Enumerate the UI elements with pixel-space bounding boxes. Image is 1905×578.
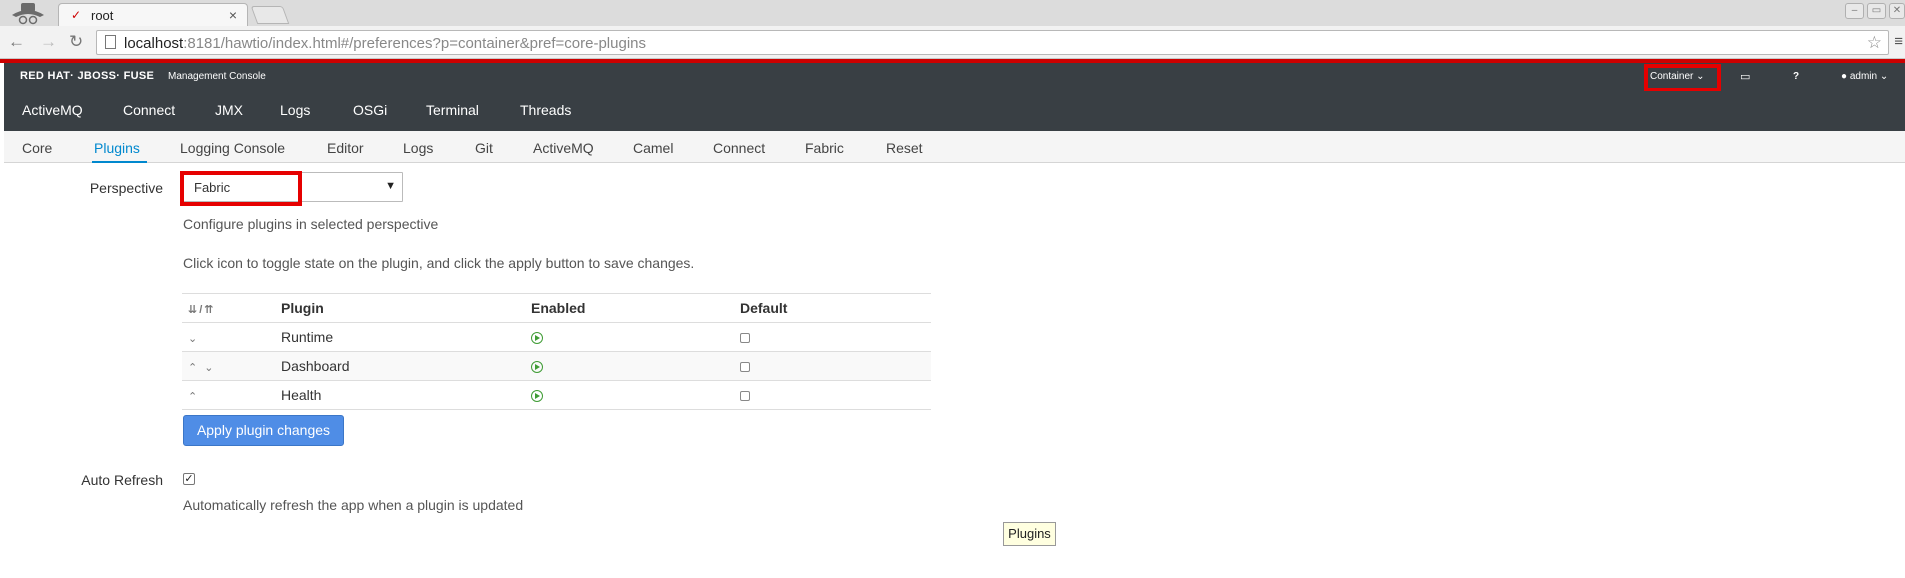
back-icon[interactable]: ← bbox=[8, 33, 25, 51]
tab-logs[interactable]: Logs bbox=[403, 140, 433, 156]
tab-editor[interactable]: Editor bbox=[327, 140, 364, 156]
table-row: ⌃ Health bbox=[182, 380, 931, 410]
enabled-play-icon[interactable] bbox=[531, 390, 543, 403]
help-icon[interactable]: ? bbox=[1793, 63, 1799, 91]
monitor-icon[interactable]: ▭ bbox=[1740, 63, 1750, 91]
nav-activemq[interactable]: ActiveMQ bbox=[22, 102, 83, 118]
restore-window-icon[interactable]: ▭ bbox=[1867, 3, 1886, 19]
apply-plugin-changes-button[interactable]: Apply plugin changes bbox=[183, 415, 344, 446]
default-checkbox[interactable] bbox=[740, 333, 750, 344]
move-down-icon[interactable]: ⌄ bbox=[188, 333, 199, 345]
default-checkbox[interactable] bbox=[740, 362, 750, 373]
tab-fabric[interactable]: Fabric bbox=[805, 140, 844, 156]
table-header-row: ⇊/⇈ Plugin Enabled Default bbox=[182, 293, 931, 323]
reload-icon[interactable]: ↻ bbox=[69, 33, 83, 51]
plugin-instructions: Click icon to toggle state on the plugin… bbox=[183, 255, 695, 271]
tab-reset[interactable]: Reset bbox=[886, 140, 923, 156]
main-nav: ActiveMQ Connect JMX Logs OSGi Terminal … bbox=[4, 91, 1905, 131]
user-menu[interactable]: ● admin ⌄ bbox=[1841, 63, 1888, 91]
user-icon: ● bbox=[1841, 71, 1848, 82]
tab-connect[interactable]: Connect bbox=[713, 140, 765, 156]
plugins-table: ⇊/⇈ Plugin Enabled Default ⌄ Runtime ⌃ ⌄… bbox=[182, 293, 931, 410]
browser-menu-icon[interactable]: ≡ bbox=[1894, 33, 1903, 51]
nav-threads[interactable]: Threads bbox=[520, 102, 571, 118]
forward-icon[interactable]: → bbox=[40, 33, 57, 51]
plugin-name: Dashboard bbox=[281, 351, 531, 381]
tab-logging-console[interactable]: Logging Console bbox=[180, 140, 285, 156]
nav-connect[interactable]: Connect bbox=[123, 102, 175, 118]
tab-core[interactable]: Core bbox=[22, 140, 52, 156]
browser-toolbar: ← → ↻ localhost:8181/hawtio/index.html#/… bbox=[0, 26, 1905, 59]
plugin-name: Runtime bbox=[281, 322, 531, 352]
auto-refresh-label: Auto Refresh bbox=[81, 472, 163, 488]
nav-terminal[interactable]: Terminal bbox=[426, 102, 479, 118]
default-checkbox[interactable] bbox=[740, 391, 750, 402]
dropdown-arrow-icon: ▼ bbox=[385, 180, 396, 192]
page-icon bbox=[105, 35, 116, 49]
incognito-icon bbox=[8, 1, 48, 25]
close-window-icon[interactable]: ✕ bbox=[1889, 3, 1905, 19]
move-up-down-icon[interactable]: ⌃ ⌄ bbox=[188, 362, 216, 374]
plugins-tooltip: Plugins bbox=[1003, 522, 1056, 546]
tab-git[interactable]: Git bbox=[475, 140, 493, 156]
enabled-play-icon[interactable] bbox=[531, 361, 543, 374]
move-up-icon[interactable]: ⌃ bbox=[188, 391, 199, 403]
perspective-description: Configure plugins in selected perspectiv… bbox=[183, 216, 439, 232]
nav-logs[interactable]: Logs bbox=[280, 102, 310, 118]
perspective-label: Perspective bbox=[89, 180, 163, 196]
perspective-highlight bbox=[180, 171, 302, 206]
plugin-header: Plugin bbox=[281, 293, 531, 323]
default-header: Default bbox=[740, 293, 931, 323]
brand-logo: RED HAT· JBOSS· FUSE bbox=[20, 70, 155, 82]
hawtio-favicon-icon: ✓ bbox=[71, 8, 82, 22]
table-row: ⌄ Runtime bbox=[182, 322, 931, 352]
browser-tab-strip: ✓ root × – ▭ ✕ bbox=[0, 0, 1905, 26]
url-text: localhost:8181/hawtio/index.html#/prefer… bbox=[124, 35, 646, 52]
minimize-window-icon[interactable]: – bbox=[1845, 3, 1864, 19]
nav-jmx[interactable]: JMX bbox=[215, 102, 243, 118]
bookmark-star-icon[interactable]: ☆ bbox=[1867, 33, 1882, 53]
nav-osgi[interactable]: OSGi bbox=[353, 102, 387, 118]
enabled-play-icon[interactable] bbox=[531, 332, 543, 345]
active-tab-indicator bbox=[92, 161, 147, 163]
plugin-name: Health bbox=[281, 380, 531, 410]
tab-camel[interactable]: Camel bbox=[633, 140, 673, 156]
sort-order-icon[interactable]: ⇊/⇈ bbox=[188, 304, 216, 316]
browser-tab-title: root bbox=[91, 8, 114, 23]
tab-plugins[interactable]: Plugins bbox=[94, 140, 140, 156]
address-bar[interactable]: localhost:8181/hawtio/index.html#/prefer… bbox=[96, 30, 1889, 55]
preferences-tabs: Core Plugins Logging Console Editor Logs… bbox=[4, 131, 1905, 163]
table-row: ⌃ ⌄ Dashboard bbox=[182, 351, 931, 381]
browser-tab[interactable]: ✓ root × bbox=[58, 3, 248, 26]
chevron-down-icon: ⌄ bbox=[1879, 71, 1889, 82]
enabled-header: Enabled bbox=[531, 293, 740, 323]
brand-subtitle: Management Console bbox=[168, 71, 266, 82]
container-highlight bbox=[1644, 64, 1721, 92]
app-header: RED HAT· JBOSS· FUSE Management Console … bbox=[4, 63, 1905, 92]
auto-refresh-description: Automatically refresh the app when a plu… bbox=[183, 497, 524, 513]
auto-refresh-checkbox[interactable]: ✓ bbox=[183, 473, 195, 485]
close-tab-icon[interactable]: × bbox=[229, 7, 237, 23]
tab-activemq[interactable]: ActiveMQ bbox=[533, 140, 594, 156]
reorder-header: ⇊/⇈ bbox=[182, 293, 281, 323]
new-tab-button[interactable] bbox=[250, 6, 290, 24]
